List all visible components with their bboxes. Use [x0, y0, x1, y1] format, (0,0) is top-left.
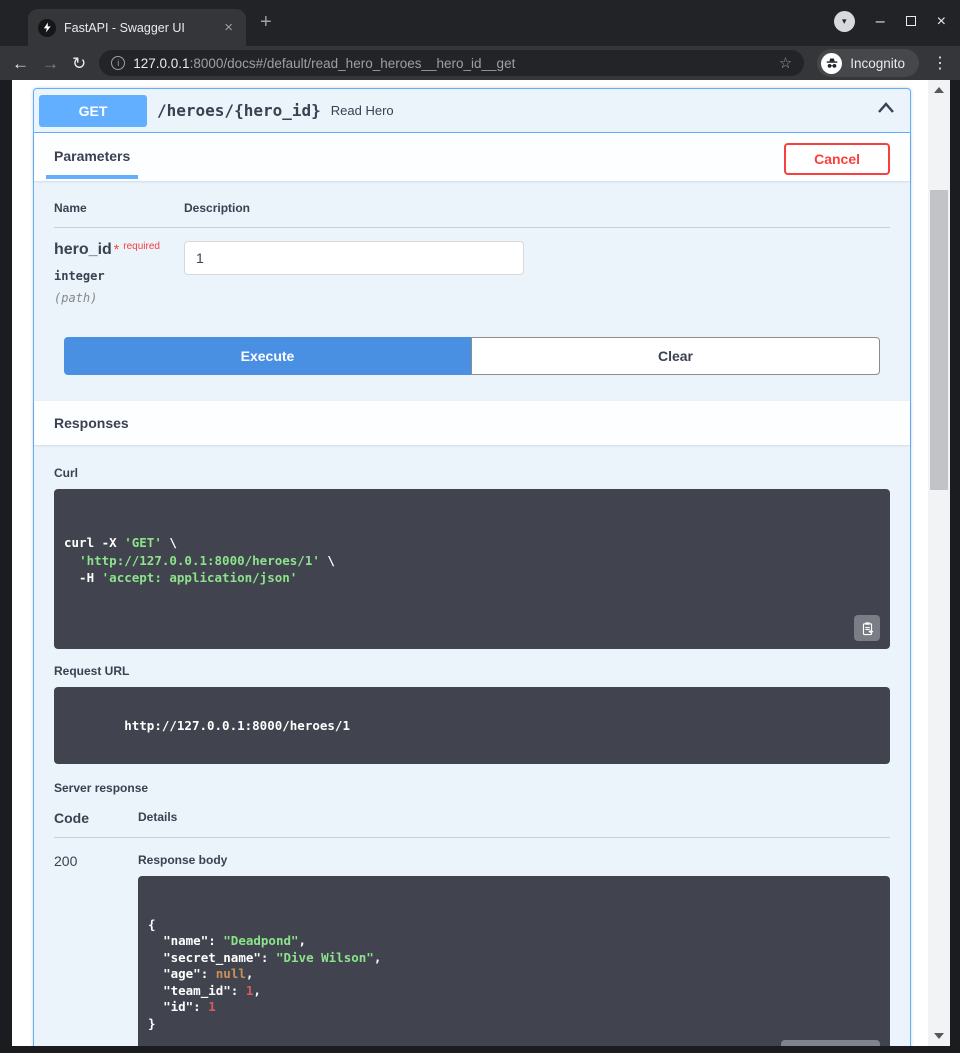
- request-url-label: Request URL: [54, 664, 890, 678]
- page-viewport: GET /heroes/{hero_id} Read Hero Paramete…: [12, 80, 928, 1046]
- curl-code-block: curl -X 'GET' \ 'http://127.0.0.1:8000/h…: [54, 489, 890, 649]
- parameter-type: integer: [54, 269, 184, 283]
- required-asterisk: *: [114, 241, 119, 257]
- execute-row: Execute Clear: [64, 337, 880, 375]
- method-badge[interactable]: GET: [39, 95, 147, 127]
- response-body-label: Response body: [138, 853, 890, 867]
- cancel-button[interactable]: Cancel: [784, 143, 890, 175]
- hero-id-input[interactable]: [184, 241, 524, 275]
- parameter-name-cell: hero_id* required integer (path): [54, 241, 184, 305]
- required-label: required: [123, 241, 160, 252]
- server-response-row: 200 Response body { "name": "Deadpond", …: [54, 838, 890, 1047]
- server-response-label: Server response: [54, 781, 890, 795]
- titlebar: FastAPI - Swagger UI × + ▾ – ×: [0, 0, 960, 46]
- close-button[interactable]: ×: [937, 14, 946, 30]
- parameter-row: hero_id* required integer (path): [54, 228, 890, 305]
- request-url-block: http://127.0.0.1:8000/heroes/1: [54, 687, 890, 764]
- page-scrollbar[interactable]: [928, 80, 950, 1046]
- parameters-table-head: Name Description: [54, 201, 890, 228]
- opblock-summary[interactable]: GET /heroes/{hero_id} Read Hero: [34, 89, 910, 133]
- incognito-badge: Incognito: [817, 49, 919, 77]
- curl-label: Curl: [54, 466, 890, 480]
- server-response-table-head: Code Details: [54, 810, 890, 838]
- site-info-icon[interactable]: i: [111, 56, 125, 70]
- parameters-header: Parameters Cancel: [34, 133, 910, 181]
- response-body-actions: Download: [740, 1040, 880, 1047]
- incognito-icon: [821, 53, 842, 74]
- scroll-down-icon[interactable]: [934, 1033, 944, 1039]
- column-header-details: Details: [138, 810, 890, 826]
- column-header-code: Code: [54, 810, 138, 826]
- scrollbar-thumb[interactable]: [930, 190, 948, 490]
- url-text: 127.0.0.1:8000/docs#/default/read_hero_h…: [133, 56, 771, 71]
- request-url-value: http://127.0.0.1:8000/heroes/1: [124, 718, 350, 733]
- address-bar[interactable]: i 127.0.0.1:8000/docs#/default/read_hero…: [99, 50, 804, 76]
- bookmark-star-icon[interactable]: ☆: [779, 54, 792, 72]
- browser-menu-icon[interactable]: ⋮: [932, 53, 948, 73]
- reload-button[interactable]: ↻: [72, 55, 86, 72]
- tab-title: FastAPI - Swagger UI: [64, 21, 221, 35]
- back-button[interactable]: ←: [12, 55, 29, 72]
- opblock-get-hero: GET /heroes/{hero_id} Read Hero Paramete…: [33, 88, 911, 1046]
- download-button[interactable]: Download: [781, 1040, 880, 1047]
- maximize-icon: [906, 16, 916, 26]
- scroll-up-icon[interactable]: [934, 87, 944, 93]
- tab-parameters[interactable]: Parameters: [46, 146, 138, 179]
- responses-title: Responses: [54, 415, 129, 431]
- parameters-table: Name Description hero_id* required intege…: [34, 181, 910, 323]
- curl-command: curl -X 'GET' \ 'http://127.0.0.1:8000/h…: [64, 534, 880, 587]
- clear-button[interactable]: Clear: [471, 337, 880, 375]
- copy-response-button[interactable]: [740, 1046, 768, 1047]
- column-header-name: Name: [54, 201, 184, 215]
- url-path: :8000/docs#/default/read_hero_heroes__he…: [190, 56, 516, 71]
- new-tab-button[interactable]: +: [260, 11, 272, 34]
- status-code: 200: [54, 853, 138, 1047]
- execute-button[interactable]: Execute: [64, 337, 471, 375]
- tab-search-icon[interactable]: ▾: [834, 11, 855, 32]
- endpoint-summary: Read Hero: [331, 103, 394, 118]
- parameter-value-cell: [184, 241, 890, 305]
- response-body-block: { "name": "Deadpond", "secret_name": "Di…: [138, 876, 890, 1047]
- window-controls: ▾ – ×: [834, 11, 946, 32]
- parameter-name: hero_id: [54, 241, 112, 258]
- browser-toolbar: ← → ↻ i 127.0.0.1:8000/docs#/default/rea…: [0, 46, 960, 80]
- responses-section: Curl curl -X 'GET' \ 'http://127.0.0.1:8…: [34, 445, 910, 1046]
- response-body-json: { "name": "Deadpond", "secret_name": "Di…: [148, 917, 880, 1033]
- parameter-location: (path): [54, 291, 184, 305]
- incognito-label: Incognito: [850, 56, 905, 71]
- tab-close-icon[interactable]: ×: [221, 19, 236, 36]
- minimize-button[interactable]: –: [876, 14, 885, 30]
- response-details-cell: Response body { "name": "Deadpond", "sec…: [138, 853, 890, 1047]
- collapse-chevron-icon[interactable]: [876, 100, 896, 121]
- column-header-description: Description: [184, 201, 250, 215]
- responses-header: Responses: [34, 401, 910, 445]
- endpoint-path: /heroes/{hero_id}: [157, 101, 321, 120]
- caret-down-icon: ▾: [842, 16, 847, 27]
- browser-tab[interactable]: FastAPI - Swagger UI ×: [28, 9, 246, 46]
- fastapi-favicon-icon: [38, 19, 56, 37]
- forward-button[interactable]: →: [42, 55, 59, 72]
- copy-curl-button[interactable]: [854, 615, 880, 641]
- maximize-button[interactable]: [906, 14, 916, 30]
- url-host: 127.0.0.1: [133, 56, 189, 71]
